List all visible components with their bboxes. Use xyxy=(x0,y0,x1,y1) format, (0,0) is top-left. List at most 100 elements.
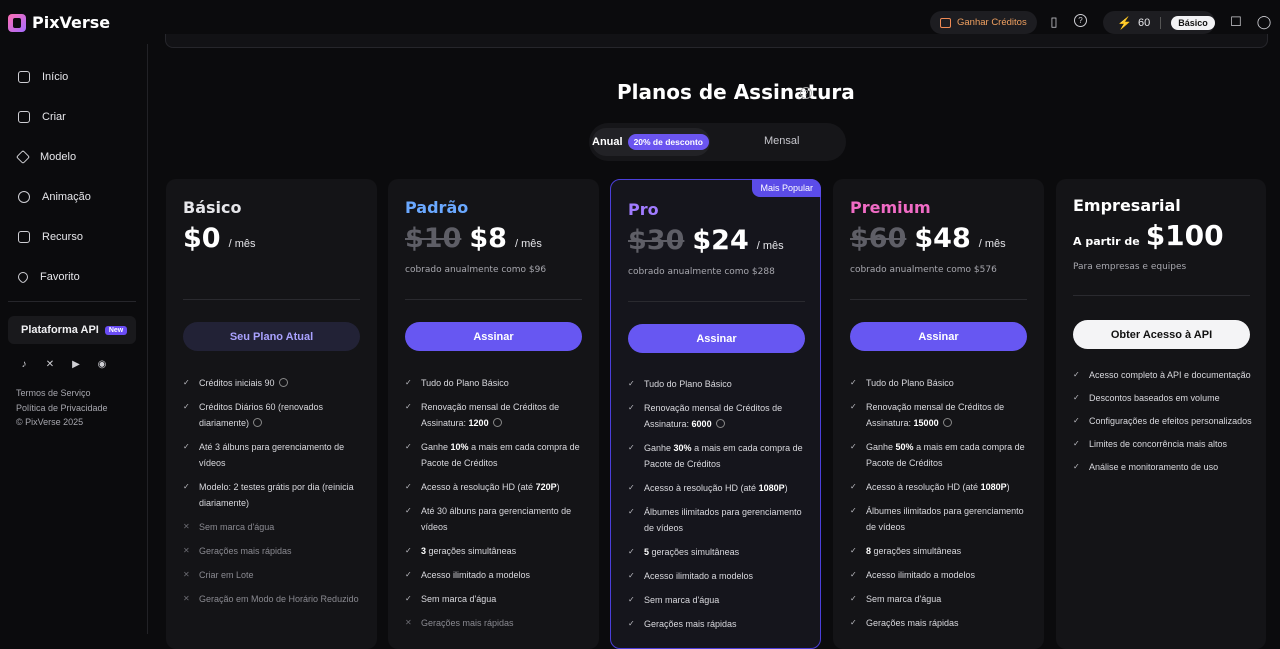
feature-item: Até 30 álbuns para gerenciamento de víde… xyxy=(405,503,585,535)
notification-icon[interactable]: ☐ xyxy=(1228,14,1244,30)
price: $100 xyxy=(1145,219,1224,252)
plan-card-standard: Padrão $10 $8 / mês cobrado anualmente c… xyxy=(388,179,599,649)
feature-item-unavailable: Gerações mais rápidas xyxy=(183,543,363,559)
heart-icon xyxy=(15,269,31,285)
earn-credits-label: Ganhar Créditos xyxy=(957,17,1027,28)
pixverse-logo[interactable]: PixVerse xyxy=(8,13,110,32)
create-icon xyxy=(18,111,30,123)
terms-link[interactable]: Termos de Serviço xyxy=(16,388,91,398)
x-icon[interactable]: ✕ xyxy=(44,358,56,370)
feature-item: Sem marca d'água xyxy=(850,591,1030,607)
price-row: $10 $8 / mês xyxy=(405,223,542,254)
tiktok-icon[interactable]: ♪ xyxy=(18,358,30,370)
feature-item: Acesso ilimitado a modelos xyxy=(405,567,585,583)
sidebar-item-criar[interactable]: Criar xyxy=(18,111,66,123)
price-period: / mês xyxy=(514,238,542,250)
discord-icon[interactable]: ◉ xyxy=(96,358,108,370)
feature-item: Acesso à resolução HD (até 720P) xyxy=(405,479,585,495)
sidebar-item-label: Animação xyxy=(42,191,91,203)
sidebar-item-modelo[interactable]: Modelo xyxy=(15,149,77,165)
feature-item: Renovação mensal de Créditos de Assinatu… xyxy=(628,400,808,432)
feature-item: Ganhe 50% a mais em cada compra de Pacot… xyxy=(850,439,1030,471)
help-icon[interactable] xyxy=(715,419,725,428)
feature-item: Gerações mais rápidas xyxy=(850,615,1030,631)
price-row: A partir de $100 xyxy=(1073,219,1224,252)
feature-item: 5 gerações simultâneas xyxy=(628,544,808,560)
plan-name: Pro xyxy=(628,200,659,219)
feature-item: Ganhe 30% a mais em cada compra de Pacot… xyxy=(628,440,808,472)
feature-item: Análise e monitoramento de uso xyxy=(1073,461,1253,473)
feature-item-unavailable: Criar em Lote xyxy=(183,567,363,583)
feature-item: Ganhe 10% a mais em cada compra de Pacot… xyxy=(405,439,585,471)
get-api-access-button[interactable]: Obter Acesso à API xyxy=(1073,320,1250,349)
api-platform-link[interactable]: Plataforma API New xyxy=(8,316,136,344)
lightning-icon: ⚡ xyxy=(1117,15,1132,30)
discount-badge: 20% de desconto xyxy=(627,134,709,150)
feature-item: Modelo: 2 testes grátis por dia (reinici… xyxy=(183,479,363,511)
plan-card-premium: Premium $60 $48 / mês cobrado anualmente… xyxy=(833,179,1044,649)
feature-item-unavailable: Sem marca d'água xyxy=(183,519,363,535)
book-icon[interactable]: ▯ xyxy=(1046,14,1062,30)
sidebar-item-favorito[interactable]: Favorito xyxy=(15,269,80,285)
feature-item: Limites de concorrência mais altos xyxy=(1073,438,1253,450)
billed-annually: cobrado anualmente como $288 xyxy=(628,267,775,277)
help-icon[interactable] xyxy=(942,418,952,427)
sidebar-item-label: Favorito xyxy=(40,271,80,283)
help-icon[interactable] xyxy=(253,418,263,427)
price: $24 xyxy=(692,225,749,256)
subscribe-button[interactable]: Assinar xyxy=(850,322,1027,351)
brand-name: PixVerse xyxy=(32,13,111,32)
feature-item-unavailable: Geração em Modo de Horário Reduzido xyxy=(183,591,363,607)
card-divider xyxy=(850,299,1027,300)
subscribe-button[interactable]: Assinar xyxy=(628,324,805,353)
price-row: $60 $48 / mês xyxy=(850,223,1006,254)
earn-credits-button[interactable]: Ganhar Créditos xyxy=(930,11,1037,34)
user-icon[interactable]: ◯ xyxy=(1256,14,1272,30)
old-price: $60 xyxy=(850,223,907,254)
sidebar-item-animacao[interactable]: Animação xyxy=(18,191,91,203)
price-row: $0 / mês xyxy=(183,223,255,254)
credits-pill[interactable]: ⚡ 60 Básico xyxy=(1103,11,1215,34)
social-links: ♪ ✕ ▶ ◉ xyxy=(18,358,108,370)
gift-icon xyxy=(940,17,951,28)
feature-item: Configurações de efeitos personalizados xyxy=(1073,415,1253,427)
subscribe-button[interactable]: Assinar xyxy=(405,322,582,351)
card-divider xyxy=(628,301,805,302)
privacy-link[interactable]: Política de Privacidade xyxy=(16,403,108,413)
plan-card-basic: Básico $0 / mês Seu Plano Atual Créditos… xyxy=(166,179,377,649)
youtube-icon[interactable]: ▶ xyxy=(70,358,82,370)
sidebar-item-recurso[interactable]: Recurso xyxy=(18,231,83,243)
toggle-annual[interactable]: Anual 20% de desconto xyxy=(592,128,710,156)
help-icon[interactable] xyxy=(492,418,502,427)
sidebar-item-label: Criar xyxy=(42,111,66,123)
feature-item: Álbumes ilimitados para gerenciamento de… xyxy=(628,504,808,536)
price-period: / mês xyxy=(756,240,784,252)
plan-name: Padrão xyxy=(405,198,469,217)
most-popular-badge: Mais Popular xyxy=(752,179,821,197)
plan-subtitle: Para empresas e equipes xyxy=(1073,262,1187,272)
copyright: © PixVerse 2025 xyxy=(16,417,84,427)
plan-name: Premium xyxy=(850,198,931,217)
plan-card-pro: Mais Popular Pro $30 $24 / mês cobrado a… xyxy=(610,179,821,649)
sidebar-item-label: Modelo xyxy=(40,151,77,163)
new-badge: New xyxy=(104,325,128,335)
feature-item: Acesso ilimitado a modelos xyxy=(850,567,1030,583)
sidebar-item-inicio[interactable]: Início xyxy=(18,71,68,83)
home-icon xyxy=(18,71,30,83)
card-divider xyxy=(405,299,582,300)
top-strip xyxy=(165,34,1268,48)
current-plan-button[interactable]: Seu Plano Atual xyxy=(183,322,360,351)
api-platform-label: Plataforma API xyxy=(21,324,99,336)
feature-list: Acesso completo à API e documentação Des… xyxy=(1073,369,1253,484)
toggle-monthly[interactable]: Mensal xyxy=(764,135,799,147)
animation-icon xyxy=(18,191,30,203)
main-content: Planos de Assinatura ? Anual 20% de desc… xyxy=(148,34,1280,649)
feature-item: Álbumes ilimitados para gerenciamento de… xyxy=(850,503,1030,535)
page-title: Planos de Assinatura xyxy=(617,80,855,104)
help-icon[interactable] xyxy=(278,378,288,387)
help-icon[interactable]: ? xyxy=(1074,14,1087,27)
billed-annually: cobrado anualmente como $576 xyxy=(850,265,997,275)
model-icon xyxy=(15,149,31,165)
title-help-icon[interactable]: ? xyxy=(800,87,812,99)
billing-toggle: Anual 20% de desconto Mensal xyxy=(589,123,846,161)
